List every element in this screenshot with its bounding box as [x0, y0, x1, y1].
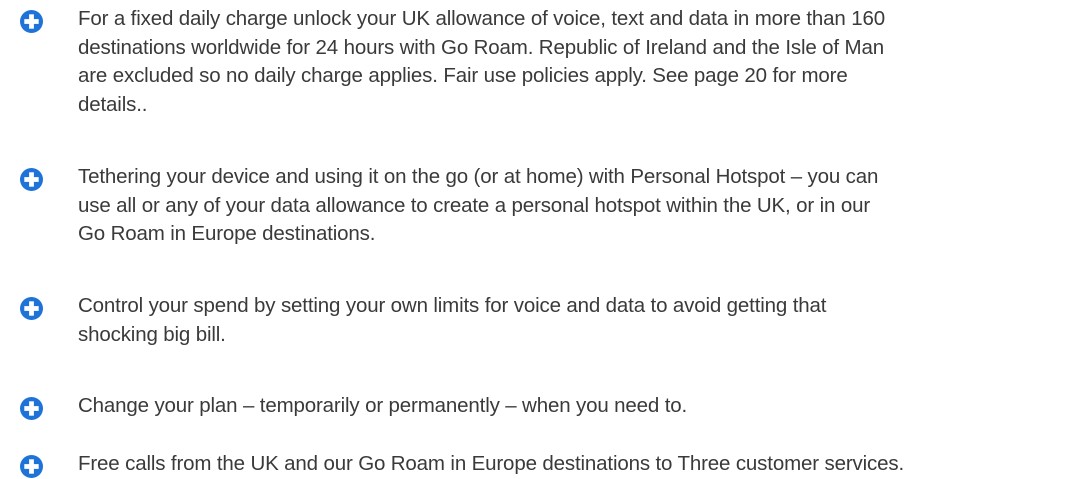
benefit-text: Control your spend by setting your own l… [78, 294, 827, 346]
benefit-text: Free calls from the UK and our Go Roam i… [78, 452, 905, 475]
benefit-text: For a fixed daily charge unlock your UK … [78, 7, 885, 116]
plus-circle-icon [20, 168, 43, 191]
plus-circle-icon [20, 297, 43, 320]
benefit-text: Tethering your device and using it on th… [78, 165, 879, 245]
plus-circle-icon [20, 397, 43, 420]
plus-circle-icon [20, 10, 43, 33]
plus-circle-icon [20, 455, 43, 478]
benefit-text: Change your plan – temporarily or perman… [78, 394, 688, 417]
